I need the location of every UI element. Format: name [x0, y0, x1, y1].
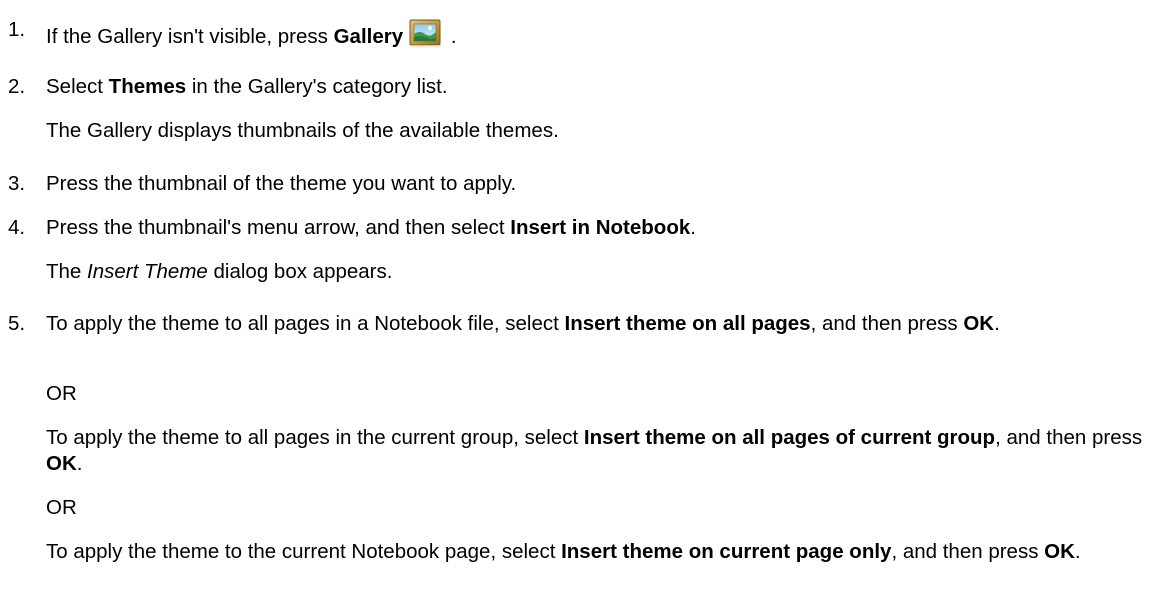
insert-theme-dialog-name: Insert Theme: [87, 260, 208, 283]
insert-theme-current-group-label: Insert theme on all pages of current gro…: [583, 426, 996, 449]
insert-in-notebook-label: Insert in Notebook: [510, 216, 691, 239]
gallery-label: Gallery: [333, 25, 404, 48]
insert-theme-all-pages-label: Insert theme on all pages: [564, 312, 811, 335]
step-2: 2. Select Themes in the Gallery's catego…: [8, 74, 1158, 100]
step-number: 5.: [8, 312, 26, 335]
step-text: Press the thumbnail of the theme you wan…: [46, 172, 517, 195]
gallery-icon[interactable]: [409, 17, 443, 56]
step-1: 1. If the Gallery isn't visible, press G…: [8, 17, 1158, 56]
step-4-note: The Insert Theme dialog box appears.: [46, 260, 393, 283]
ok-label: OK: [46, 452, 77, 475]
step-text: If the Gallery isn't visible, press Gall…: [46, 17, 1158, 56]
step-number: 3.: [8, 172, 26, 195]
ok-label: OK: [963, 312, 995, 335]
or-separator: OR: [46, 496, 77, 519]
step-2-note: The Gallery displays thumbnails of the a…: [46, 119, 559, 142]
step-5-option-3: To apply the theme to the current Notebo…: [46, 540, 1081, 563]
step-3: 3. Press the thumbnail of the theme you …: [8, 171, 1158, 197]
step-number: 2.: [8, 75, 26, 98]
themes-label: Themes: [108, 75, 187, 98]
step-text: Press the thumbnail's menu arrow, and th…: [46, 216, 696, 239]
step-4: 4. Press the thumbnail's menu arrow, and…: [8, 215, 1158, 241]
step-number: 1.: [8, 18, 26, 41]
or-separator: OR: [46, 382, 77, 405]
step-text: Select Themes in the Gallery's category …: [46, 75, 448, 98]
step-5: 5. To apply the theme to all pages in a …: [8, 311, 1158, 337]
step-5-option-2: To apply the theme to all pages in the c…: [46, 426, 1143, 475]
insert-theme-current-page-label: Insert theme on current page only: [561, 540, 892, 563]
step-number: 4.: [8, 216, 26, 239]
step-text: To apply the theme to all pages in a Not…: [46, 312, 1000, 335]
ok-label: OK: [1044, 540, 1075, 563]
